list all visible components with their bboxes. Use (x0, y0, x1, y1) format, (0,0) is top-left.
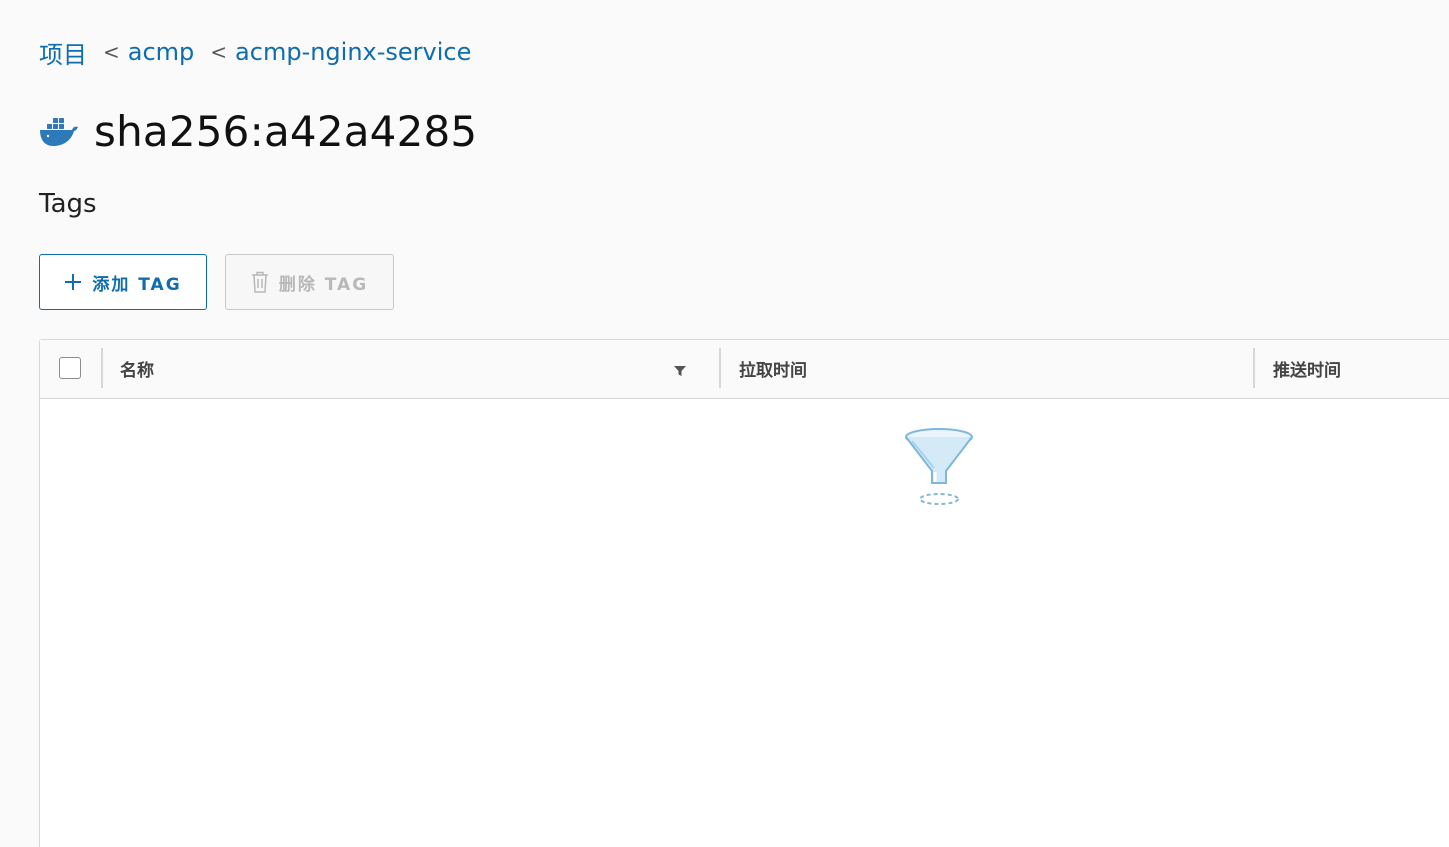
select-all-checkbox[interactable] (59, 357, 81, 379)
breadcrumb-separator: < (210, 40, 228, 64)
column-header-pull-time[interactable]: 拉取时间 (739, 356, 807, 381)
filter-icon[interactable] (670, 360, 690, 380)
column-separator[interactable] (1253, 348, 1255, 388)
page: 项目 < acmp < acmp-nginx-service sha256:a4… (0, 0, 1449, 847)
column-separator[interactable] (719, 348, 721, 388)
page-title: sha256:a42a4285 (94, 106, 478, 156)
column-header-name[interactable]: 名称 (120, 356, 154, 381)
column-separator (101, 348, 103, 388)
breadcrumb: 项目 < acmp < acmp-nginx-service (39, 34, 471, 70)
column-header-push-time[interactable]: 推送时间 (1273, 356, 1341, 381)
datagrid-header: 名称 拉取时间 推送时间 (40, 340, 1449, 399)
add-tag-label: 添加 TAG (92, 274, 182, 295)
breadcrumb-project-link[interactable]: acmp (128, 38, 195, 66)
breadcrumb-separator: < (103, 40, 120, 64)
breadcrumb-repository-link[interactable]: acmp-nginx-service (235, 38, 471, 66)
add-tag-button[interactable]: 添加 TAG (39, 254, 207, 310)
delete-tag-button[interactable]: 删除 TAG (225, 254, 394, 310)
page-header: sha256:a42a4285 (38, 104, 477, 158)
plus-icon (64, 273, 82, 291)
trash-icon (251, 271, 269, 293)
docker-whale-icon (40, 118, 78, 146)
funnel-empty-icon (905, 428, 973, 505)
breadcrumb-projects-link[interactable]: 项目 (39, 35, 87, 70)
tags-datagrid: 名称 拉取时间 推送时间 (39, 339, 1449, 847)
delete-tag-label: 删除 TAG (278, 274, 369, 295)
section-title: Tags (39, 189, 97, 219)
